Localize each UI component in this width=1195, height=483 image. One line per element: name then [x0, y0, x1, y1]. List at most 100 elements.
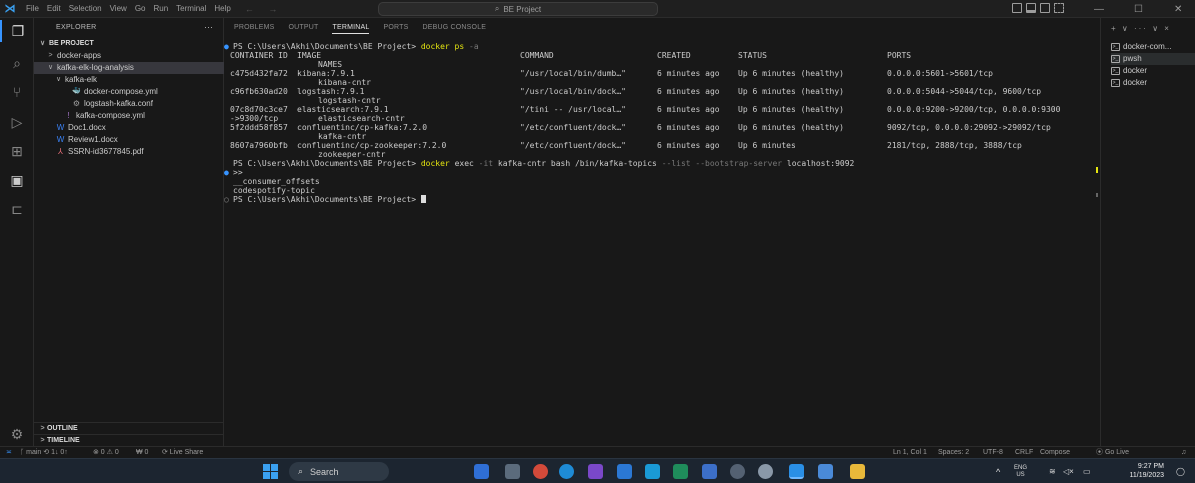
- tree-item-label: SSRN-id3677845.pdf: [68, 147, 144, 156]
- tab-debug-console[interactable]: DEBUG CONSOLE: [422, 24, 486, 34]
- prompt: PS C:\Users\Akhi\Documents\BE Project>: [233, 159, 421, 168]
- prompt: PS C:\Users\Akhi\Documents\BE Project>: [233, 195, 421, 204]
- toggle-secondary-sidebar-icon[interactable]: [1040, 3, 1050, 13]
- close-button[interactable]: ✕: [1174, 0, 1182, 18]
- timeline-section[interactable]: > TIMELINE: [34, 434, 224, 446]
- tree-item[interactable]: ! kafka-compose.yml: [34, 110, 224, 122]
- column-header: STATUS: [738, 51, 767, 60]
- menu-edit[interactable]: Edit: [43, 4, 65, 13]
- notification-icon[interactable]: ◯: [1176, 459, 1185, 483]
- chevron-right-icon: >: [48, 52, 53, 59]
- toggle-sidebar-icon[interactable]: [1012, 3, 1022, 13]
- docker-icon[interactable]: ▣: [0, 169, 34, 191]
- tree-item[interactable]: ∨ kafka-elk-log-analysis: [34, 62, 224, 74]
- extensions-icon[interactable]: ⊞: [0, 140, 34, 162]
- settings-app-icon[interactable]: [758, 464, 773, 479]
- language-indicator[interactable]: ENG US: [1014, 459, 1027, 483]
- menu-terminal[interactable]: Terminal: [172, 4, 210, 13]
- timeline-label: TIMELINE: [47, 437, 80, 444]
- app-icon[interactable]: [702, 464, 717, 479]
- tab-terminal[interactable]: TERMINAL: [332, 24, 370, 34]
- menu-help[interactable]: Help: [210, 4, 234, 13]
- settings-icon[interactable]: ⚙: [0, 423, 34, 445]
- terminal-instance[interactable]: >_ docker: [1111, 65, 1195, 77]
- outline-section[interactable]: > OUTLINE: [34, 422, 224, 434]
- tab-output[interactable]: OUTPUT: [289, 24, 319, 34]
- terminal-instance[interactable]: >_ docker: [1111, 77, 1195, 89]
- column-header: COMMAND: [520, 51, 554, 60]
- column-header: NAMES: [318, 60, 343, 69]
- toggle-panel-icon[interactable]: [1026, 3, 1036, 13]
- terminal-line: ● >>: [224, 168, 1100, 177]
- minimize-button[interactable]: —: [1094, 0, 1104, 18]
- menu-view[interactable]: View: [106, 4, 131, 13]
- run-debug-icon[interactable]: ▷: [0, 111, 34, 133]
- nav-arrows[interactable]: ← →: [245, 4, 284, 14]
- app-icon[interactable]: [818, 464, 833, 479]
- prompt-line: PS C:\Users\Akhi\Documents\BE Project> d…: [233, 159, 854, 168]
- container-created: 6 minutes ago: [657, 141, 720, 150]
- menu-go[interactable]: Go: [131, 4, 150, 13]
- docker-file-icon: 🐳: [72, 88, 81, 95]
- app-icon[interactable]: [588, 464, 603, 479]
- search-icon[interactable]: ⌕: [0, 52, 34, 74]
- tree-item[interactable]: W Doc1.docx: [34, 122, 224, 134]
- customize-layout-icon[interactable]: [1054, 3, 1064, 13]
- battery-icon[interactable]: ▭: [1083, 459, 1091, 483]
- taskbar-search[interactable]: ⌕ Search: [289, 462, 389, 481]
- tree-item[interactable]: 🐳 docker-compose.yml: [34, 86, 224, 98]
- tab-ports[interactable]: PORTS: [383, 24, 408, 34]
- task-view-icon[interactable]: [505, 464, 520, 479]
- container-name: elasticsearch-cntr: [318, 114, 405, 123]
- maximize-button[interactable]: ☐: [1134, 0, 1143, 18]
- file-explorer-icon[interactable]: [850, 464, 865, 479]
- tree-item[interactable]: ∨ kafka-elk: [34, 74, 224, 86]
- lang-line-2: US: [1016, 471, 1025, 478]
- remote-explorer-icon[interactable]: ⊏: [0, 198, 34, 220]
- windows-start-icon[interactable]: [263, 464, 278, 479]
- tree-item[interactable]: ⚙ logstash-kafka.conf: [34, 98, 224, 110]
- app-icon[interactable]: [645, 464, 660, 479]
- topic-name: __consumer_offsets: [233, 177, 320, 186]
- title-bar: ⋊ File Edit Selection View Go Run Terminal Help…: [0, 0, 1195, 18]
- source-control-icon[interactable]: ⑂: [0, 81, 34, 103]
- prompt: PS C:\Users\Akhi\Documents\BE Project>: [233, 42, 421, 51]
- app-icon[interactable]: [730, 464, 745, 479]
- tree-item[interactable]: ∨ BE PROJECT: [34, 38, 224, 50]
- tree-item[interactable]: ⅄ SSRN-id3677845.pdf: [34, 146, 224, 158]
- telegram-icon[interactable]: [559, 464, 574, 479]
- menu-file[interactable]: File: [22, 4, 43, 13]
- menu-run[interactable]: Run: [149, 4, 172, 13]
- command-flag: -it: [478, 159, 494, 168]
- menu-selection[interactable]: Selection: [65, 4, 106, 13]
- terminal-output[interactable]: ● PS C:\Users\Akhi\Documents\BE Project> …: [224, 42, 1100, 204]
- explorer-sidebar: EXPLORER ··· ∨ BE PROJECT > docker-apps ∨ kaf…: [34, 18, 224, 446]
- container-id: c475d432fa72: [230, 69, 288, 78]
- explorer-icon[interactable]: ❐: [0, 20, 34, 42]
- app-icon[interactable]: [617, 464, 632, 479]
- tree-item-label: kafka-compose.yml: [76, 111, 145, 120]
- widgets-icon[interactable]: [474, 464, 489, 479]
- wifi-icon[interactable]: ≋: [1049, 459, 1056, 483]
- tray-overflow-icon[interactable]: ^: [996, 459, 1000, 483]
- pdf-file-icon: ⅄: [58, 147, 63, 156]
- app-icon[interactable]: [673, 464, 688, 479]
- brave-browser-icon[interactable]: [533, 464, 548, 479]
- container-image: logstash:7.9.1: [297, 87, 365, 96]
- config-file-icon: ⚙: [72, 99, 81, 108]
- column-header: IMAGE: [297, 51, 322, 60]
- volume-icon[interactable]: ◁×: [1063, 459, 1074, 483]
- tree-item[interactable]: W Review1.docx: [34, 134, 224, 146]
- container-command: "/usr/local/bin/dock…": [520, 87, 626, 96]
- command-center[interactable]: ⌕ BE Project: [378, 2, 658, 16]
- terminal-instance[interactable]: >_ pwsh: [1111, 53, 1195, 65]
- terminal-line: kibana-cntr: [230, 78, 1100, 87]
- explorer-more-icon[interactable]: ···: [204, 22, 213, 32]
- clock[interactable]: 9:27 PM 11/19/2023: [1114, 462, 1164, 480]
- tab-problems[interactable]: PROBLEMS: [234, 24, 275, 34]
- terminal-instance[interactable]: >_ docker-com...: [1111, 41, 1195, 53]
- tree-item[interactable]: > docker-apps: [34, 50, 224, 62]
- prompt-line: PS C:\Users\Akhi\Documents\BE Project> d…: [233, 42, 479, 51]
- vscode-taskbar-icon[interactable]: [789, 464, 804, 479]
- terminal-actions[interactable]: + ∨ ··· ∨ ×: [1111, 24, 1171, 33]
